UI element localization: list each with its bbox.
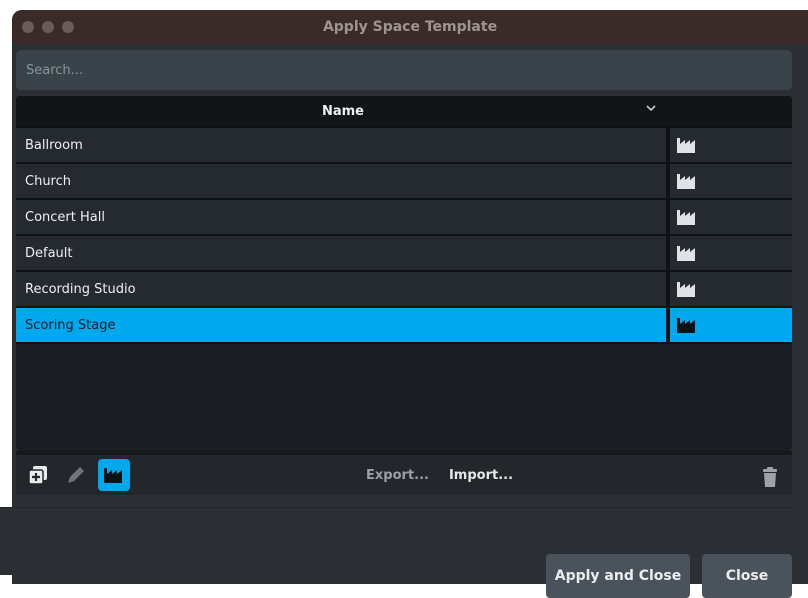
row-name: Ballroom [16, 128, 670, 162]
chevron-down-icon[interactable] [646, 102, 656, 115]
export-button[interactable]: Export... [366, 468, 429, 483]
zoom-window-button[interactable] [62, 21, 74, 33]
row-name: Recording Studio [16, 272, 670, 306]
table-header: Name [16, 96, 792, 128]
trash-icon[interactable] [754, 461, 786, 493]
pencil-icon[interactable] [60, 459, 92, 491]
table-row[interactable]: Church [16, 164, 792, 200]
window-title: Apply Space Template [322, 19, 498, 35]
titlebar: Apply Space Template [12, 10, 808, 44]
table-row[interactable]: Concert Hall [16, 200, 792, 236]
row-name: Church [16, 164, 670, 198]
minimize-window-button[interactable] [42, 21, 54, 33]
close-button[interactable]: Close [702, 554, 792, 598]
import-button[interactable]: Import... [449, 468, 513, 483]
table-row[interactable]: Default [16, 236, 792, 272]
factory-icon [670, 308, 792, 342]
factory-icon [670, 164, 792, 198]
row-name: Scoring Stage [16, 308, 670, 342]
factory-icon [670, 200, 792, 234]
table-toolbar: Export... Import... [16, 451, 792, 495]
row-name: Default [16, 236, 670, 270]
factory-icon [670, 272, 792, 306]
factory-icon [670, 236, 792, 270]
factory-icon [670, 128, 792, 162]
table-row[interactable]: Recording Studio [16, 272, 792, 308]
templates-table: Name Ballroom Church Concert Hall Defaul… [16, 96, 792, 451]
search-input[interactable] [16, 50, 792, 90]
factory-icon[interactable] [98, 459, 130, 491]
window-controls [22, 21, 74, 33]
duplicate-add-icon[interactable] [22, 459, 54, 491]
column-header-name[interactable]: Name [16, 104, 670, 119]
row-name: Concert Hall [16, 200, 670, 234]
close-window-button[interactable] [22, 21, 34, 33]
apply-and-close-button[interactable]: Apply and Close [546, 554, 690, 598]
table-row-selected[interactable]: Scoring Stage [16, 308, 792, 344]
table-row[interactable]: Ballroom [16, 128, 792, 164]
